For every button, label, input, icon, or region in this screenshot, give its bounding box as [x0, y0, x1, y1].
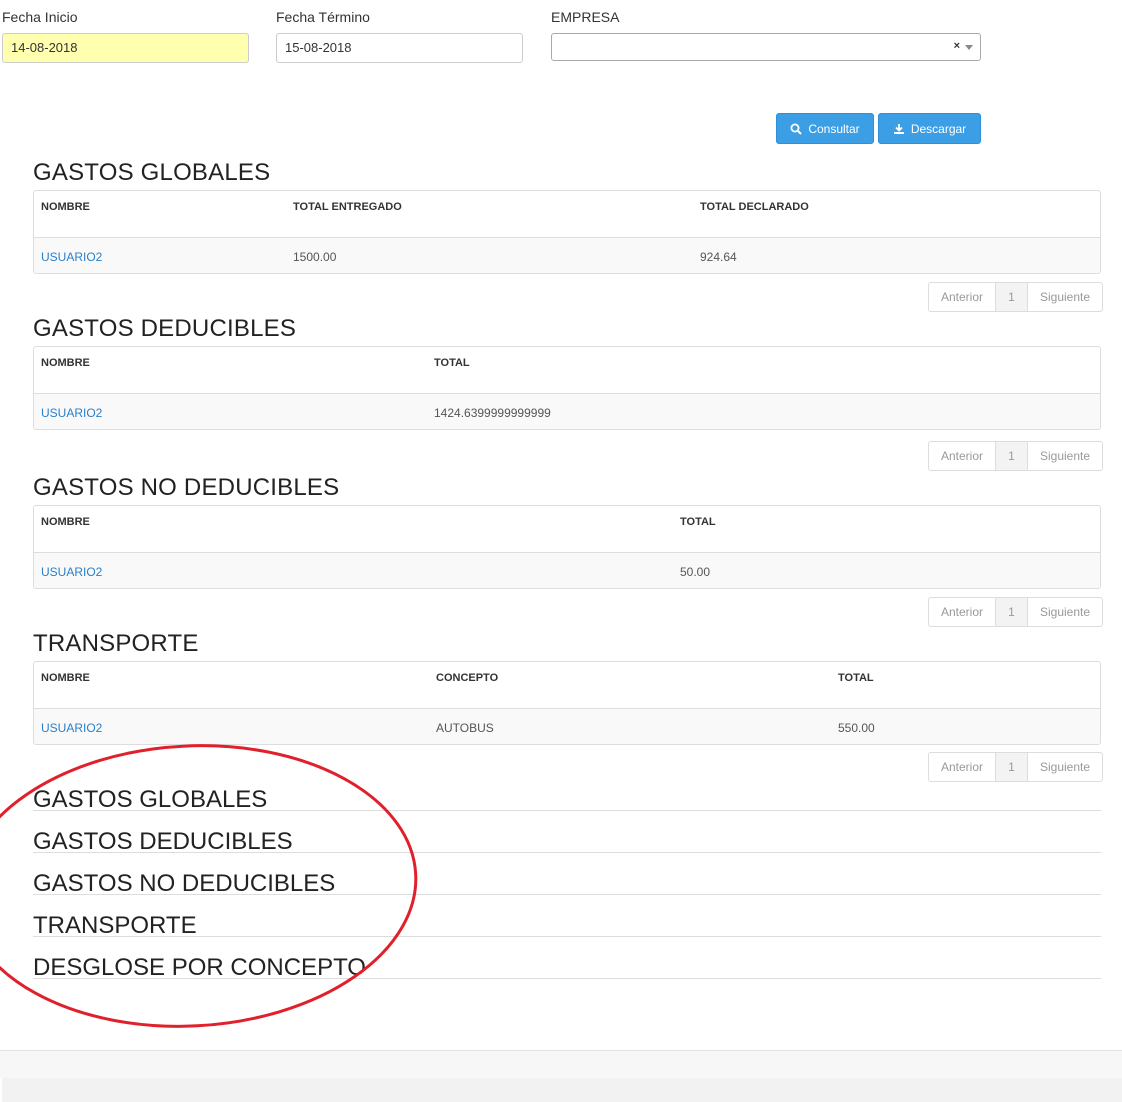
table-header: NOMBRE CONCEPTO TOTAL: [34, 662, 1100, 709]
prev-page-button[interactable]: Anterior: [929, 753, 996, 781]
table-globales: NOMBRE TOTAL ENTREGADO TOTAL DECLARADO U…: [33, 190, 1101, 274]
cell-total-declarado: 924.64: [700, 250, 737, 264]
pagination-deducibles: Anterior 1 Siguiente: [928, 441, 1103, 471]
cell-total-entregado: 1500.00: [293, 250, 337, 264]
user-link[interactable]: USUARIO2: [41, 565, 102, 579]
table-no-deducibles: NOMBRE TOTAL USUARIO2 50.00: [33, 505, 1101, 589]
footer-bar: [2, 1078, 1122, 1102]
column-header[interactable]: TOTAL ENTREGADO: [293, 201, 402, 213]
table-row: USUARIO2 1424.6399999999999: [34, 394, 1100, 429]
pagination-transporte: Anterior 1 Siguiente: [928, 752, 1103, 782]
descargar-label: Descargar: [910, 121, 967, 136]
page-number-button[interactable]: 1: [996, 442, 1028, 470]
fecha-termino-label: Fecha Término: [276, 9, 370, 25]
chevron-down-icon[interactable]: [965, 45, 973, 50]
page-number-button[interactable]: 1: [996, 753, 1028, 781]
table-row: USUARIO2 50.00: [34, 553, 1100, 588]
column-header[interactable]: NOMBRE: [41, 516, 90, 528]
column-header[interactable]: CONCEPTO: [436, 672, 498, 684]
table-transporte: NOMBRE CONCEPTO TOTAL USUARIO2 AUTOBUS 5…: [33, 661, 1101, 745]
next-page-button[interactable]: Siguiente: [1028, 598, 1102, 626]
user-link[interactable]: USUARIO2: [41, 721, 102, 735]
table-header: NOMBRE TOTAL ENTREGADO TOTAL DECLARADO: [34, 191, 1100, 238]
next-page-button[interactable]: Siguiente: [1028, 753, 1102, 781]
pagination-globales: Anterior 1 Siguiente: [928, 282, 1103, 312]
section-title-globales: GASTOS GLOBALES: [33, 159, 271, 186]
empresa-select[interactable]: ×: [551, 33, 981, 61]
consultar-button[interactable]: Consultar: [776, 113, 874, 144]
consultar-label: Consultar: [808, 121, 860, 136]
table-deducibles: NOMBRE TOTAL USUARIO2 1424.6399999999999: [33, 346, 1101, 430]
table-header: NOMBRE TOTAL: [34, 506, 1100, 553]
table-row: USUARIO2 1500.00 924.64: [34, 238, 1100, 273]
annotation-ellipse: [0, 744, 418, 1028]
cell-total: 1424.6399999999999: [434, 406, 551, 420]
fecha-inicio-input[interactable]: 14-08-2018: [2, 33, 249, 63]
section-title-transporte: TRANSPORTE: [33, 630, 199, 657]
pagination-no-deducibles: Anterior 1 Siguiente: [928, 597, 1103, 627]
page-number-button[interactable]: 1: [996, 283, 1028, 311]
column-header[interactable]: TOTAL: [434, 357, 470, 369]
column-header[interactable]: TOTAL: [838, 672, 874, 684]
prev-page-button[interactable]: Anterior: [929, 598, 996, 626]
prev-page-button[interactable]: Anterior: [929, 283, 996, 311]
column-header[interactable]: NOMBRE: [41, 672, 90, 684]
clear-icon[interactable]: ×: [954, 40, 960, 52]
column-header[interactable]: TOTAL DECLARADO: [700, 201, 809, 213]
column-header[interactable]: NOMBRE: [41, 201, 90, 213]
page-number-button[interactable]: 1: [996, 598, 1028, 626]
next-page-button[interactable]: Siguiente: [1028, 442, 1102, 470]
cell-total: 50.00: [680, 565, 711, 579]
cell-total: 550.00: [838, 721, 875, 735]
section-title-no-deducibles: GASTOS NO DEDUCIBLES: [33, 474, 340, 501]
column-header[interactable]: TOTAL: [680, 516, 716, 528]
prev-page-button[interactable]: Anterior: [929, 442, 996, 470]
descargar-button[interactable]: Descargar: [878, 113, 981, 144]
download-icon: [893, 123, 904, 134]
section-title-deducibles: GASTOS DEDUCIBLES: [33, 315, 297, 342]
column-header[interactable]: NOMBRE: [41, 357, 90, 369]
fecha-termino-input[interactable]: 15-08-2018: [276, 33, 523, 63]
search-icon: [790, 123, 803, 135]
user-link[interactable]: USUARIO2: [41, 406, 102, 420]
cell-concepto: AUTOBUS: [436, 721, 494, 735]
fecha-inicio-label: Fecha Inicio: [2, 9, 78, 25]
user-link[interactable]: USUARIO2: [41, 250, 102, 264]
empresa-label: EMPRESA: [551, 9, 620, 25]
next-page-button[interactable]: Siguiente: [1028, 283, 1102, 311]
table-header: NOMBRE TOTAL: [34, 347, 1100, 394]
footer-band: [0, 1051, 1122, 1078]
